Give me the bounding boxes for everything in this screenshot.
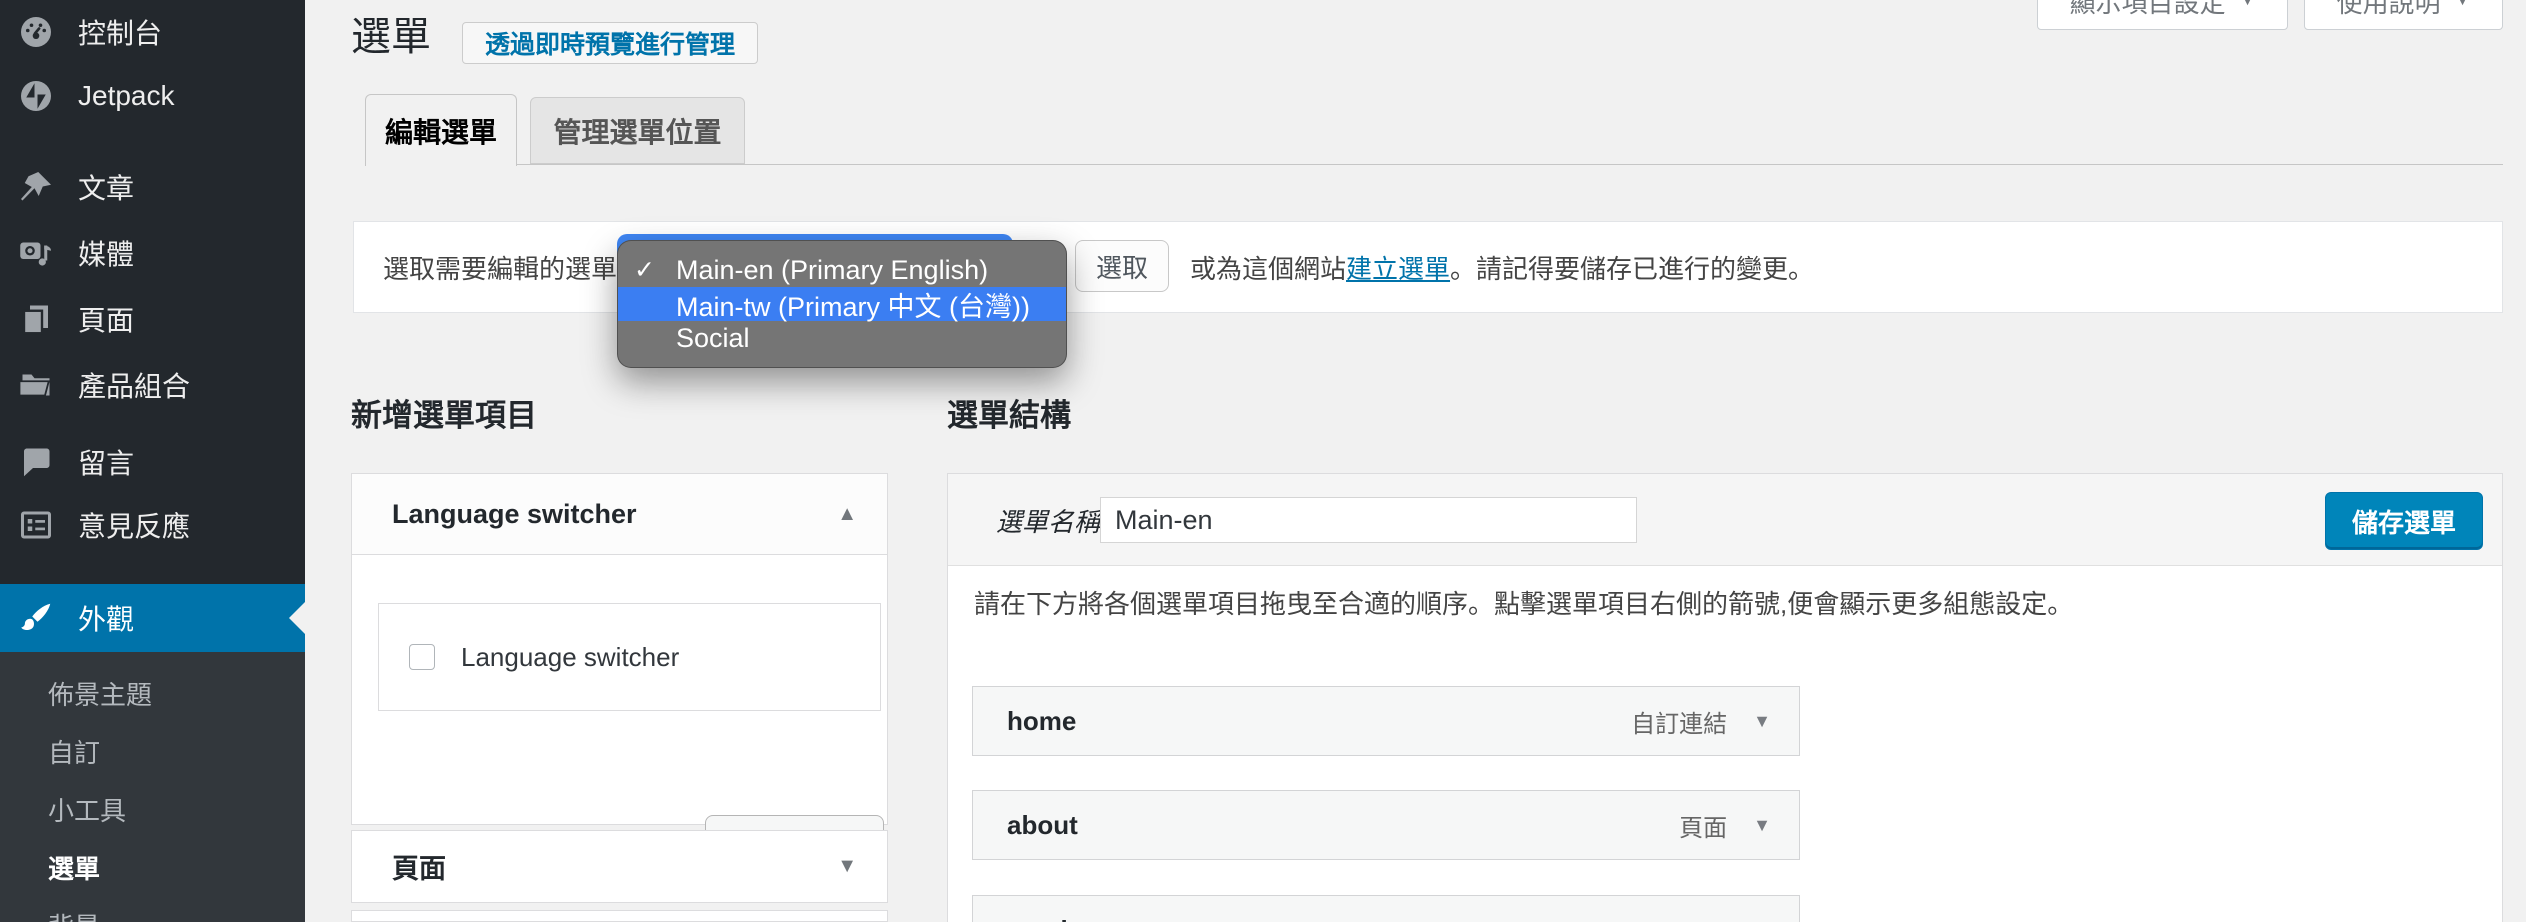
chevron-down-icon: ▼ bbox=[2240, 0, 2256, 10]
save-menu-button[interactable]: 儲存選單 bbox=[2325, 492, 2483, 550]
menu-structure-card: 選單名稱 儲存選單 請在下方將各個選單項目拖曳至合適的順序。點擊選單項目右側的箭… bbox=[947, 473, 2503, 922]
menu-select-label: 選取需要編輯的選單 bbox=[383, 221, 617, 313]
help-button[interactable]: 使用說明 ▼ bbox=[2304, 0, 2503, 30]
sidebar-item-label: 外觀 bbox=[78, 598, 134, 638]
language-switcher-option-box: Language switcher bbox=[378, 603, 881, 711]
submenu-item-label: 背景 bbox=[48, 907, 100, 922]
sidebar-item-media[interactable]: 媒體 bbox=[0, 221, 305, 285]
menu-name-row: 選單名稱 儲存選單 bbox=[948, 474, 2502, 566]
media-icon bbox=[16, 233, 56, 273]
sidebar-item-comments[interactable]: 留言 bbox=[0, 430, 305, 494]
sidebar-item-label: 媒體 bbox=[78, 233, 134, 273]
language-switcher-panel: Language switcher ▲ Language switcher 新增… bbox=[351, 473, 888, 825]
sidebar-item-jetpack[interactable]: Jetpack bbox=[0, 64, 305, 128]
pages-panel: 頁面 ▼ bbox=[351, 830, 888, 903]
sidebar-item-label: 產品組合 bbox=[78, 365, 190, 405]
tab-edit-menus[interactable]: 編輯選單 bbox=[365, 94, 517, 166]
create-menu-text-prefix: 或為這個網站 bbox=[1190, 249, 1346, 286]
menu-item-label: home bbox=[1007, 706, 1076, 737]
chevron-down-icon[interactable]: ▼ bbox=[1753, 815, 1771, 836]
panel-title: Language switcher bbox=[392, 499, 637, 530]
next-panel-clipped bbox=[351, 910, 888, 922]
submenu-item-widgets[interactable]: 小工具 bbox=[0, 780, 305, 838]
chevron-down-icon[interactable]: ▼ bbox=[1753, 711, 1771, 732]
menu-name-input[interactable] bbox=[1100, 497, 1637, 543]
chevron-down-icon: ▼ bbox=[2455, 0, 2471, 10]
dropdown-option-main-tw[interactable]: Main-tw (Primary 中文 (台灣)) bbox=[618, 287, 1066, 321]
add-menu-items-heading: 新增選單項目 bbox=[351, 390, 537, 435]
check-icon: ✓ bbox=[634, 255, 676, 285]
sidebar-item-portfolio[interactable]: 產品組合 bbox=[0, 353, 305, 417]
menu-item-label: music bbox=[1007, 915, 1082, 922]
sidebar-item-label: 頁面 bbox=[78, 299, 134, 339]
active-menu-arrow bbox=[289, 602, 305, 634]
menu-name-label: 選單名稱 bbox=[996, 474, 1100, 566]
manage-with-live-preview-button[interactable]: 透過即時預覽進行管理 bbox=[462, 22, 758, 64]
page-title: 選單 bbox=[351, 4, 431, 62]
submenu-item-themes[interactable]: 佈景主題 bbox=[0, 664, 305, 722]
dropdown-option-label: Social bbox=[676, 323, 750, 354]
menu-structure-instructions: 請在下方將各個選單項目拖曳至合適的順序。點擊選單項目右側的箭號,便會顯示更多組態… bbox=[974, 584, 2474, 621]
submenu-item-label: 小工具 bbox=[48, 791, 126, 828]
screen-options-button[interactable]: 顯示項目設定 ▼ bbox=[2037, 0, 2288, 30]
wordpress-menus-screen: 控制台 Jetpack 文章 媒體 頁面 bbox=[0, 0, 2526, 922]
dropdown-option-label: Main-en (Primary English) bbox=[676, 255, 988, 286]
appearance-brush-icon bbox=[16, 598, 56, 638]
sidebar-item-feedback[interactable]: 意見反應 bbox=[0, 493, 305, 557]
dashboard-icon bbox=[16, 12, 56, 52]
menu-structure-heading: 選單結構 bbox=[947, 390, 1071, 435]
create-menu-text: 或為這個網站建立選單。請記得要儲存已進行的變更。 bbox=[1190, 221, 1814, 313]
menu-item-row-home[interactable]: home 自訂連結 ▼ bbox=[972, 686, 1800, 756]
panel-title: 頁面 bbox=[392, 847, 446, 886]
submenu-item-menus[interactable]: 選單 bbox=[0, 838, 305, 896]
dropdown-option-main-en[interactable]: ✓ Main-en (Primary English) bbox=[618, 253, 1066, 287]
pages-icon bbox=[16, 299, 56, 339]
sidebar-item-label: Jetpack bbox=[78, 80, 175, 112]
portfolio-folder-icon bbox=[16, 365, 56, 405]
menu-item-row-third[interactable]: music 頁面 ▼ bbox=[972, 895, 1800, 922]
sidebar-item-label: 意見反應 bbox=[78, 505, 190, 545]
admin-sidebar: 控制台 Jetpack 文章 媒體 頁面 bbox=[0, 0, 305, 922]
comment-bubble-icon bbox=[16, 442, 56, 482]
sidebar-item-posts[interactable]: 文章 bbox=[0, 155, 305, 219]
sidebar-item-dashboard[interactable]: 控制台 bbox=[0, 0, 305, 64]
dropdown-option-social[interactable]: Social bbox=[618, 321, 1066, 355]
sidebar-item-label: 留言 bbox=[78, 442, 134, 482]
menu-item-row-about[interactable]: about 頁面 ▼ bbox=[972, 790, 1800, 860]
submenu-item-label: 選單 bbox=[48, 849, 100, 886]
menu-item-type: 頁面 bbox=[1679, 913, 1727, 922]
jetpack-icon bbox=[16, 76, 56, 116]
menu-item-label: about bbox=[1007, 810, 1078, 841]
screen-options-label: 顯示項目設定 bbox=[2070, 0, 2226, 20]
appearance-submenu: 佈景主題 自訂 小工具 選單 背景 bbox=[0, 652, 305, 922]
sidebar-item-pages[interactable]: 頁面 bbox=[0, 287, 305, 351]
select-menu-button[interactable]: 選取 bbox=[1075, 240, 1169, 292]
tab-divider bbox=[365, 164, 2503, 165]
submenu-item-background[interactable]: 背景 bbox=[0, 896, 305, 922]
submenu-item-label: 自訂 bbox=[48, 733, 100, 770]
create-menu-text-suffix: 。請記得要儲存已進行的變更。 bbox=[1450, 249, 1814, 286]
sidebar-item-label: 控制台 bbox=[78, 12, 162, 52]
language-switcher-checkbox-label: Language switcher bbox=[461, 642, 679, 673]
language-switcher-panel-header[interactable]: Language switcher ▲ bbox=[352, 474, 887, 554]
pushpin-icon bbox=[16, 167, 56, 207]
dropdown-option-label: Main-tw (Primary 中文 (台灣)) bbox=[676, 285, 1030, 324]
menu-select-open-dropdown: ✓ Main-en (Primary English) Main-tw (Pri… bbox=[617, 240, 1067, 368]
sidebar-item-label: 文章 bbox=[78, 167, 134, 207]
submenu-item-label: 佈景主題 bbox=[48, 675, 152, 712]
tab-manage-locations[interactable]: 管理選單位置 bbox=[530, 97, 745, 164]
pages-panel-header[interactable]: 頁面 ▼ bbox=[352, 831, 887, 902]
submenu-item-customize[interactable]: 自訂 bbox=[0, 722, 305, 780]
menu-item-type: 自訂連結 bbox=[1631, 704, 1727, 739]
menu-item-type: 頁面 bbox=[1679, 808, 1727, 843]
help-label: 使用說明 bbox=[2337, 0, 2441, 20]
create-menu-link[interactable]: 建立選單 bbox=[1346, 249, 1450, 286]
language-switcher-checkbox[interactable] bbox=[409, 644, 435, 670]
chevron-up-icon: ▲ bbox=[837, 503, 857, 526]
language-switcher-panel-body: Language switcher 新增至選單 bbox=[352, 554, 887, 825]
sidebar-item-appearance[interactable]: 外觀 bbox=[0, 584, 305, 652]
feedback-form-icon bbox=[16, 505, 56, 545]
chevron-down-icon: ▼ bbox=[837, 855, 857, 878]
